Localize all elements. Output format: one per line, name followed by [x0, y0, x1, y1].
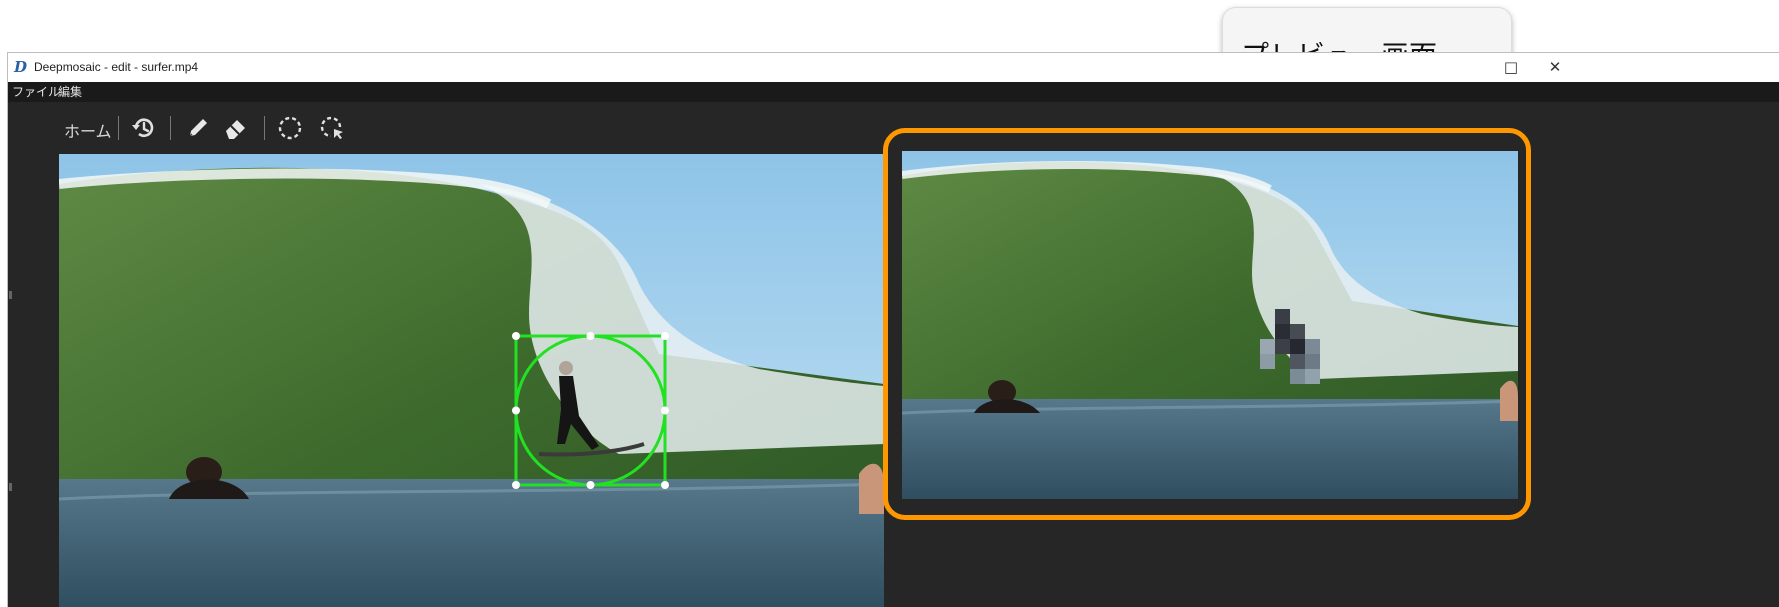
eraser-icon[interactable] — [222, 114, 250, 142]
pencil-icon[interactable] — [184, 114, 212, 142]
menu-edit[interactable]: 編集 — [58, 84, 82, 100]
app-logo-icon: D — [14, 58, 28, 76]
maximize-button[interactable]: □ — [1488, 53, 1534, 82]
toolbar-divider — [264, 116, 265, 140]
lasso-select-icon[interactable] — [276, 114, 304, 142]
menu-bar: ファイル 編集 — [8, 82, 1779, 102]
edit-frame-image — [59, 154, 884, 607]
preview-highlight-frame — [883, 128, 1531, 520]
side-handle — [9, 291, 12, 299]
lasso-pointer-select-icon[interactable] — [318, 114, 346, 142]
side-handle — [9, 483, 12, 491]
home-button[interactable]: ホーム — [64, 118, 112, 142]
toolbar-divider — [170, 116, 171, 140]
menu-file[interactable]: ファイル — [12, 84, 60, 100]
window-title: Deepmosaic - edit - surfer.mp4 — [34, 60, 199, 74]
history-icon[interactable] — [130, 114, 158, 142]
title-bar: D Deepmosaic - edit - surfer.mp4 □ ✕ — [8, 53, 1779, 82]
app-window: D Deepmosaic - edit - surfer.mp4 □ ✕ ファイ… — [7, 52, 1779, 607]
toolbar-divider — [118, 116, 119, 140]
close-button[interactable]: ✕ — [1532, 53, 1578, 82]
edit-canvas[interactable] — [59, 154, 884, 607]
